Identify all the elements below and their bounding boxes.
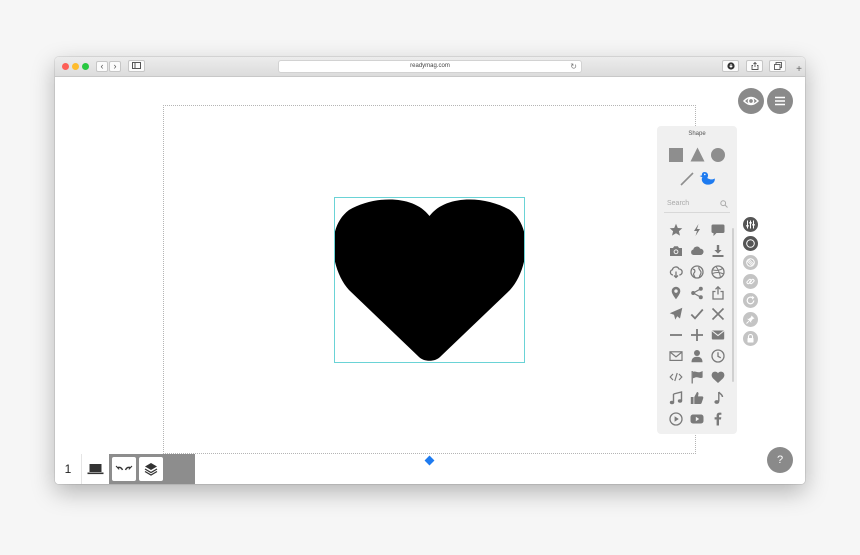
selected-shape-frame[interactable] (334, 197, 525, 363)
circle-icon[interactable] (711, 148, 725, 162)
globe-icon[interactable] (690, 265, 704, 279)
layers-button[interactable] (139, 457, 163, 481)
music-note-double-icon[interactable] (669, 391, 683, 405)
pin-rail-button[interactable] (743, 312, 758, 327)
editor-canvas[interactable]: Shape Search 1 + ? (55, 77, 805, 484)
camera-icon[interactable] (669, 244, 683, 258)
pin-icon (746, 315, 755, 324)
duck-icon[interactable] (699, 171, 716, 187)
download-icon[interactable] (711, 244, 725, 258)
flag-icon[interactable] (690, 370, 704, 384)
browser-window: ‹ › readymag.com ↻ + Shape Search 1 + ? (55, 57, 805, 484)
minus-icon[interactable] (669, 328, 683, 342)
zoom-window-button[interactable] (82, 63, 89, 70)
close-window-button[interactable] (62, 63, 69, 70)
settings-rail-button[interactable] (743, 217, 758, 232)
help-button[interactable]: ? (767, 447, 793, 473)
check-icon[interactable] (690, 307, 704, 321)
fill-rail-button[interactable] (743, 236, 758, 251)
clock-icon[interactable] (711, 349, 725, 363)
lightning-icon[interactable] (690, 223, 704, 237)
page-number[interactable]: 1 (55, 454, 82, 484)
minimize-window-button[interactable] (72, 63, 79, 70)
browser-titlebar: ‹ › readymag.com ↻ + (55, 57, 805, 77)
sidebar-toggle-button[interactable] (128, 60, 145, 72)
share-button[interactable] (746, 60, 763, 72)
forward-button[interactable]: › (109, 61, 121, 72)
stroke-icon (746, 258, 755, 267)
menu-button[interactable] (767, 88, 793, 114)
mail-outline-icon[interactable] (669, 349, 683, 363)
laptop-icon (87, 464, 104, 475)
paper-plane-icon[interactable] (669, 307, 683, 321)
search-placeholder: Search (667, 200, 690, 207)
rotate-icon (746, 296, 755, 305)
move-handle[interactable] (424, 455, 435, 466)
square-icon[interactable] (669, 148, 683, 162)
tools-group: + (109, 454, 239, 484)
undo-redo-icon (115, 465, 133, 471)
download-circle-icon (726, 62, 735, 70)
undo-redo-button[interactable] (112, 457, 136, 481)
icon-search-field[interactable]: Search (664, 198, 730, 213)
sidebar-icon (132, 62, 141, 69)
speech-bubble-icon[interactable] (711, 223, 725, 237)
back-button[interactable]: ‹ (96, 61, 108, 72)
heart-shape[interactable] (335, 198, 524, 362)
layers-icon (144, 463, 158, 476)
plus-icon[interactable] (690, 328, 704, 342)
cloud-download-icon[interactable] (669, 265, 683, 279)
youtube-icon[interactable] (690, 412, 704, 426)
eye-icon (742, 96, 760, 106)
share-icon (751, 61, 758, 70)
star-icon[interactable] (669, 223, 683, 237)
stroke-rail-button[interactable] (743, 255, 758, 270)
new-tab-button[interactable]: + (793, 64, 805, 76)
tabs-icon (773, 62, 782, 70)
line-icon[interactable] (680, 172, 694, 186)
share-icon[interactable] (690, 286, 704, 300)
cloud-icon[interactable] (690, 244, 704, 258)
dribbble-icon[interactable] (711, 265, 725, 279)
music-note-icon[interactable] (711, 391, 725, 405)
device-toggle-button[interactable] (82, 454, 109, 484)
tabs-button[interactable] (769, 60, 786, 72)
close-icon[interactable] (711, 307, 725, 321)
play-icon[interactable] (669, 412, 683, 426)
facebook-icon[interactable] (711, 412, 725, 426)
user-icon[interactable] (690, 349, 704, 363)
map-pin-icon[interactable] (669, 286, 683, 300)
triangle-icon[interactable] (690, 147, 705, 162)
code-icon[interactable] (669, 370, 683, 384)
lock-rail-button[interactable] (743, 331, 758, 346)
upload-icon[interactable] (711, 286, 725, 300)
downloads-button[interactable] (722, 60, 739, 72)
hamburger-menu-icon (775, 96, 785, 106)
lock-icon (747, 333, 754, 343)
add-widget-button[interactable]: + (221, 457, 245, 481)
preview-button[interactable] (738, 88, 764, 114)
shape-panel: Shape Search (657, 126, 737, 434)
panel-scrollbar[interactable] (732, 228, 734, 382)
thumbs-up-icon[interactable] (690, 391, 704, 405)
rotate-rail-button[interactable] (743, 293, 758, 308)
address-bar[interactable]: readymag.com ↻ (278, 60, 582, 73)
settings-sliders-icon (746, 220, 755, 229)
mail-filled-icon[interactable] (711, 328, 725, 342)
reload-icon[interactable]: ↻ (570, 61, 577, 72)
panel-title: Shape (688, 131, 706, 137)
link-rail-button[interactable] (743, 274, 758, 289)
heart-icon[interactable] (711, 370, 725, 384)
fill-icon (746, 239, 755, 248)
link-icon (746, 278, 755, 285)
url-text: readymag.com (410, 63, 450, 69)
search-icon (720, 200, 728, 208)
